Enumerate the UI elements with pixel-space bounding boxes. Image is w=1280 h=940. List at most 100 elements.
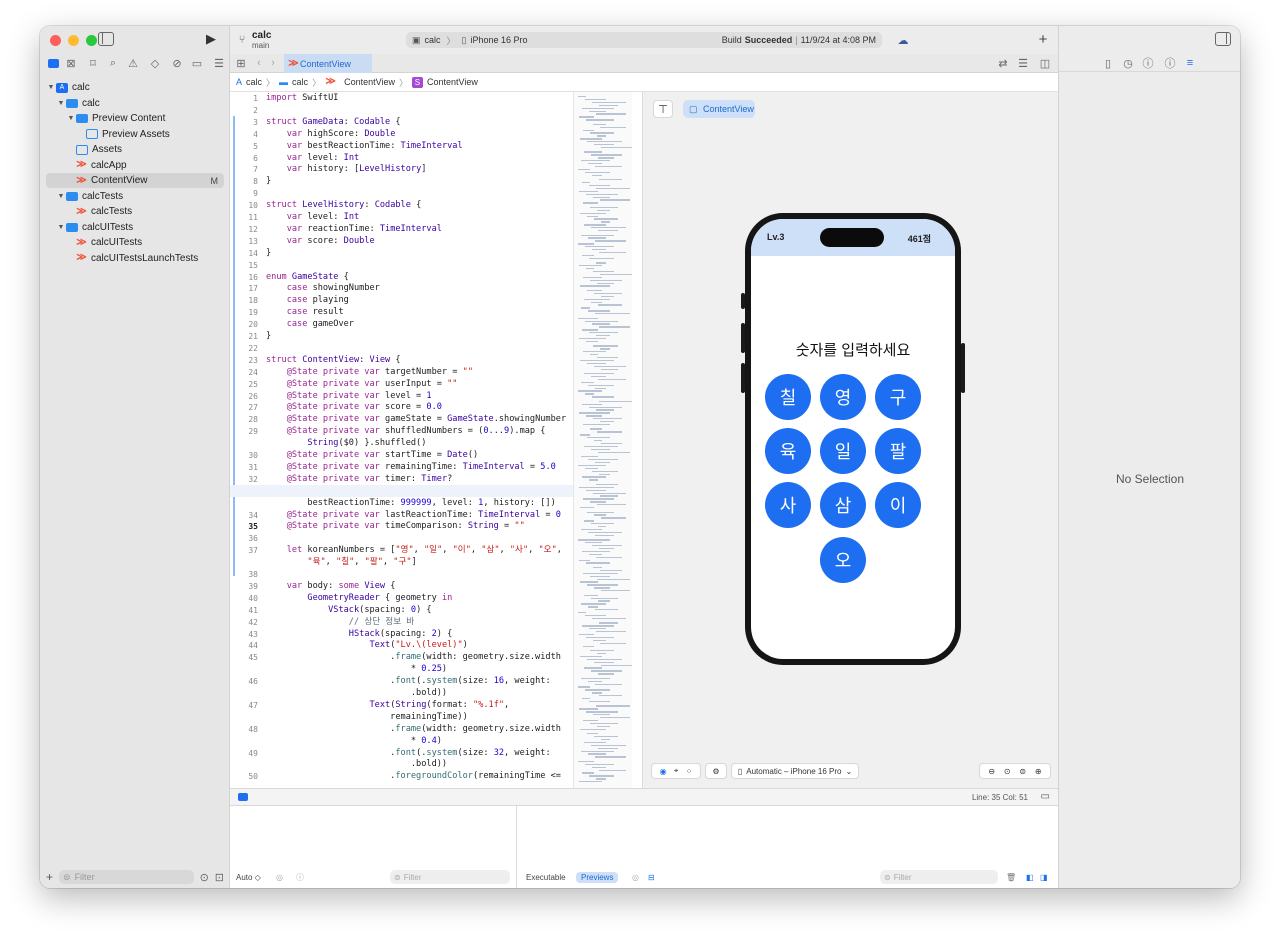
code-line[interactable]: struct ContentView: View { bbox=[266, 355, 401, 367]
breadcrumb-item[interactable]: calc bbox=[246, 77, 262, 87]
code-line[interactable]: "육", "칠", "팔", "구"] bbox=[266, 557, 416, 569]
code-line[interactable]: remainingTime)) bbox=[266, 712, 468, 724]
code-line[interactable]: case result bbox=[266, 307, 344, 319]
code-line[interactable]: } bbox=[266, 331, 271, 343]
number-key[interactable]: 구 bbox=[875, 374, 921, 420]
live-preview-icon[interactable]: ◉ bbox=[660, 767, 667, 776]
variables-filter-input[interactable]: ⊜ Filter bbox=[390, 870, 510, 884]
code-line[interactable]: var body: some View { bbox=[266, 581, 396, 593]
code-line[interactable]: @State private var gameState = GameState… bbox=[266, 414, 566, 426]
chevron-down-icon[interactable]: ▼ bbox=[46, 84, 56, 91]
breadcrumb-item[interactable]: ContentView bbox=[427, 77, 478, 87]
tree-item-assets[interactable]: Assets bbox=[46, 142, 224, 157]
code-line[interactable]: var score: Double bbox=[266, 236, 375, 248]
console-filter-input[interactable]: ⊜ Filter bbox=[880, 870, 998, 884]
chevron-down-icon[interactable]: ▼ bbox=[56, 193, 66, 200]
find-icon[interactable]: ⌕ bbox=[104, 54, 122, 72]
show-variables-icon[interactable]: ◧ bbox=[1026, 873, 1034, 882]
code-line[interactable]: import SwiftUI bbox=[266, 93, 338, 105]
run-button[interactable]: ▶ bbox=[204, 31, 218, 47]
code-line[interactable]: VStack(spacing: 0) { bbox=[266, 605, 432, 617]
editor-options-icon[interactable]: ☰ bbox=[1016, 56, 1030, 70]
zoom-fit-icon[interactable]: ⊜ bbox=[1019, 767, 1026, 776]
file-inspector-icon[interactable]: ▯ bbox=[1101, 56, 1115, 70]
code-line[interactable]: } bbox=[266, 176, 271, 188]
attributes-inspector-icon[interactable]: ≡ bbox=[1183, 56, 1197, 70]
code-line[interactable]: GeometryReader { geometry in bbox=[266, 593, 452, 605]
code-line[interactable]: @State private var startTime = Date() bbox=[266, 450, 478, 462]
code-line[interactable]: @State private var lastReactionTime: Tim… bbox=[266, 510, 561, 522]
forward-icon[interactable]: › bbox=[268, 56, 278, 70]
navigator-filter-input[interactable]: ⊜ Filter bbox=[59, 870, 194, 884]
minimize-window-button[interactable] bbox=[68, 35, 79, 46]
code-line[interactable]: * 0.25) bbox=[266, 664, 447, 676]
bookmark-icon[interactable]: ⌑ bbox=[84, 54, 102, 72]
scheme-project[interactable]: calc bbox=[425, 35, 441, 45]
number-key[interactable]: 영 bbox=[820, 374, 866, 420]
zoom-out-icon[interactable]: ⊖ bbox=[988, 767, 995, 776]
test-navigator-icon[interactable]: ◇ bbox=[146, 54, 164, 72]
tree-item-preview-content[interactable]: ▼ Preview Content bbox=[46, 111, 224, 126]
variables-scope-select[interactable]: Auto ◇ bbox=[236, 873, 261, 882]
number-key[interactable]: 육 bbox=[765, 428, 811, 474]
code-line[interactable]: @State private var score = 0.0 bbox=[266, 402, 442, 414]
split-editor-icon[interactable]: ◫ bbox=[1038, 56, 1052, 70]
show-console-icon[interactable]: ◨ bbox=[1040, 873, 1048, 882]
code-line[interactable]: var level: Int bbox=[266, 212, 359, 224]
code-line[interactable]: @State private var userInput = "" bbox=[266, 379, 458, 391]
code-line[interactable]: enum GameState { bbox=[266, 272, 349, 284]
console-options-icon[interactable]: ⊟ bbox=[648, 873, 655, 882]
code-line[interactable]: .bold)) bbox=[266, 759, 447, 771]
code-line[interactable]: struct LevelHistory: Codable { bbox=[266, 200, 421, 212]
code-line[interactable]: String($0) }.shuffled() bbox=[266, 438, 426, 450]
code-line[interactable]: @State private var remainingTime: TimeIn… bbox=[266, 462, 556, 474]
info-icon[interactable]: ⓘ bbox=[296, 872, 304, 883]
number-key[interactable]: 사 bbox=[765, 482, 811, 528]
chevron-down-icon[interactable]: ▼ bbox=[56, 224, 66, 231]
code-line[interactable]: var history: [LevelHistory] bbox=[266, 164, 427, 176]
number-key[interactable]: 칠 bbox=[765, 374, 811, 420]
code-line[interactable]: Text(String(format: "%.1f", bbox=[266, 700, 509, 712]
source-control-filter-icon[interactable]: ⊡ bbox=[215, 871, 224, 884]
code-line[interactable]: .frame(width: geometry.size.width bbox=[266, 724, 561, 736]
code-line[interactable]: case showingNumber bbox=[266, 283, 380, 295]
debug-area-toggle-icon[interactable] bbox=[238, 793, 248, 801]
code-line[interactable]: var level: Int bbox=[266, 153, 359, 165]
toggle-navigator-icon[interactable] bbox=[98, 32, 114, 46]
code-line[interactable]: case gameOver bbox=[266, 319, 354, 331]
close-window-button[interactable] bbox=[50, 35, 61, 46]
code-line[interactable]: .font(.system(size: 16, weight: bbox=[266, 676, 550, 688]
code-line[interactable]: // 상단 정보 바 bbox=[266, 617, 414, 629]
code-line[interactable]: } bbox=[266, 248, 271, 260]
code-line[interactable]: @State private var targetNumber = "" bbox=[266, 367, 473, 379]
code-line[interactable]: @State private var timeComparison: Strin… bbox=[266, 521, 525, 533]
toggle-inspector-icon[interactable] bbox=[1215, 32, 1231, 46]
previews-tab[interactable]: Previews bbox=[576, 871, 619, 883]
code-line[interactable]: @State private var shuffledNumbers = (0.… bbox=[266, 426, 546, 438]
code-line[interactable]: .bold)) bbox=[266, 688, 447, 700]
scheme-device[interactable]: iPhone 16 Pro bbox=[471, 35, 528, 45]
tree-item-calcapp[interactable]: ≫ calcApp bbox=[46, 158, 224, 173]
code-line[interactable]: Text("Lv.\(level)") bbox=[266, 640, 467, 652]
help-inspector-icon[interactable]: ⓘ bbox=[1141, 56, 1155, 70]
number-key[interactable]: 이 bbox=[875, 482, 921, 528]
code-line[interactable]: HStack(spacing: 2) { bbox=[266, 629, 453, 641]
code-line[interactable]: * 0.4) bbox=[266, 736, 442, 748]
identity-inspector-icon[interactable]: ⓘ bbox=[1163, 56, 1177, 70]
project-title[interactable]: calc bbox=[252, 30, 271, 41]
refresh-icon[interactable]: ⇄ bbox=[996, 56, 1010, 70]
breadcrumb-item[interactable]: ContentView bbox=[344, 77, 395, 87]
issue-navigator-icon[interactable]: ⚠ bbox=[124, 54, 142, 72]
number-key[interactable]: 일 bbox=[820, 428, 866, 474]
code-line[interactable]: case playing bbox=[266, 295, 349, 307]
recent-files-icon[interactable]: ⊙ bbox=[200, 871, 209, 884]
zoom-window-button[interactable] bbox=[86, 35, 97, 46]
minimap[interactable] bbox=[573, 92, 632, 788]
code-line[interactable]: bestReactionTime: 999999, level: 1, hist… bbox=[266, 498, 555, 510]
add-tab-button[interactable]: + bbox=[1036, 31, 1050, 48]
tree-item-calc-project[interactable]: ▼ A calc bbox=[46, 80, 224, 95]
eye-icon[interactable]: ◎ bbox=[632, 873, 639, 882]
select-mode-icon[interactable]: ⌖ bbox=[674, 766, 679, 776]
back-icon[interactable]: ‹ bbox=[254, 56, 264, 70]
code-line[interactable]: @State private var level = 1 bbox=[266, 391, 432, 403]
